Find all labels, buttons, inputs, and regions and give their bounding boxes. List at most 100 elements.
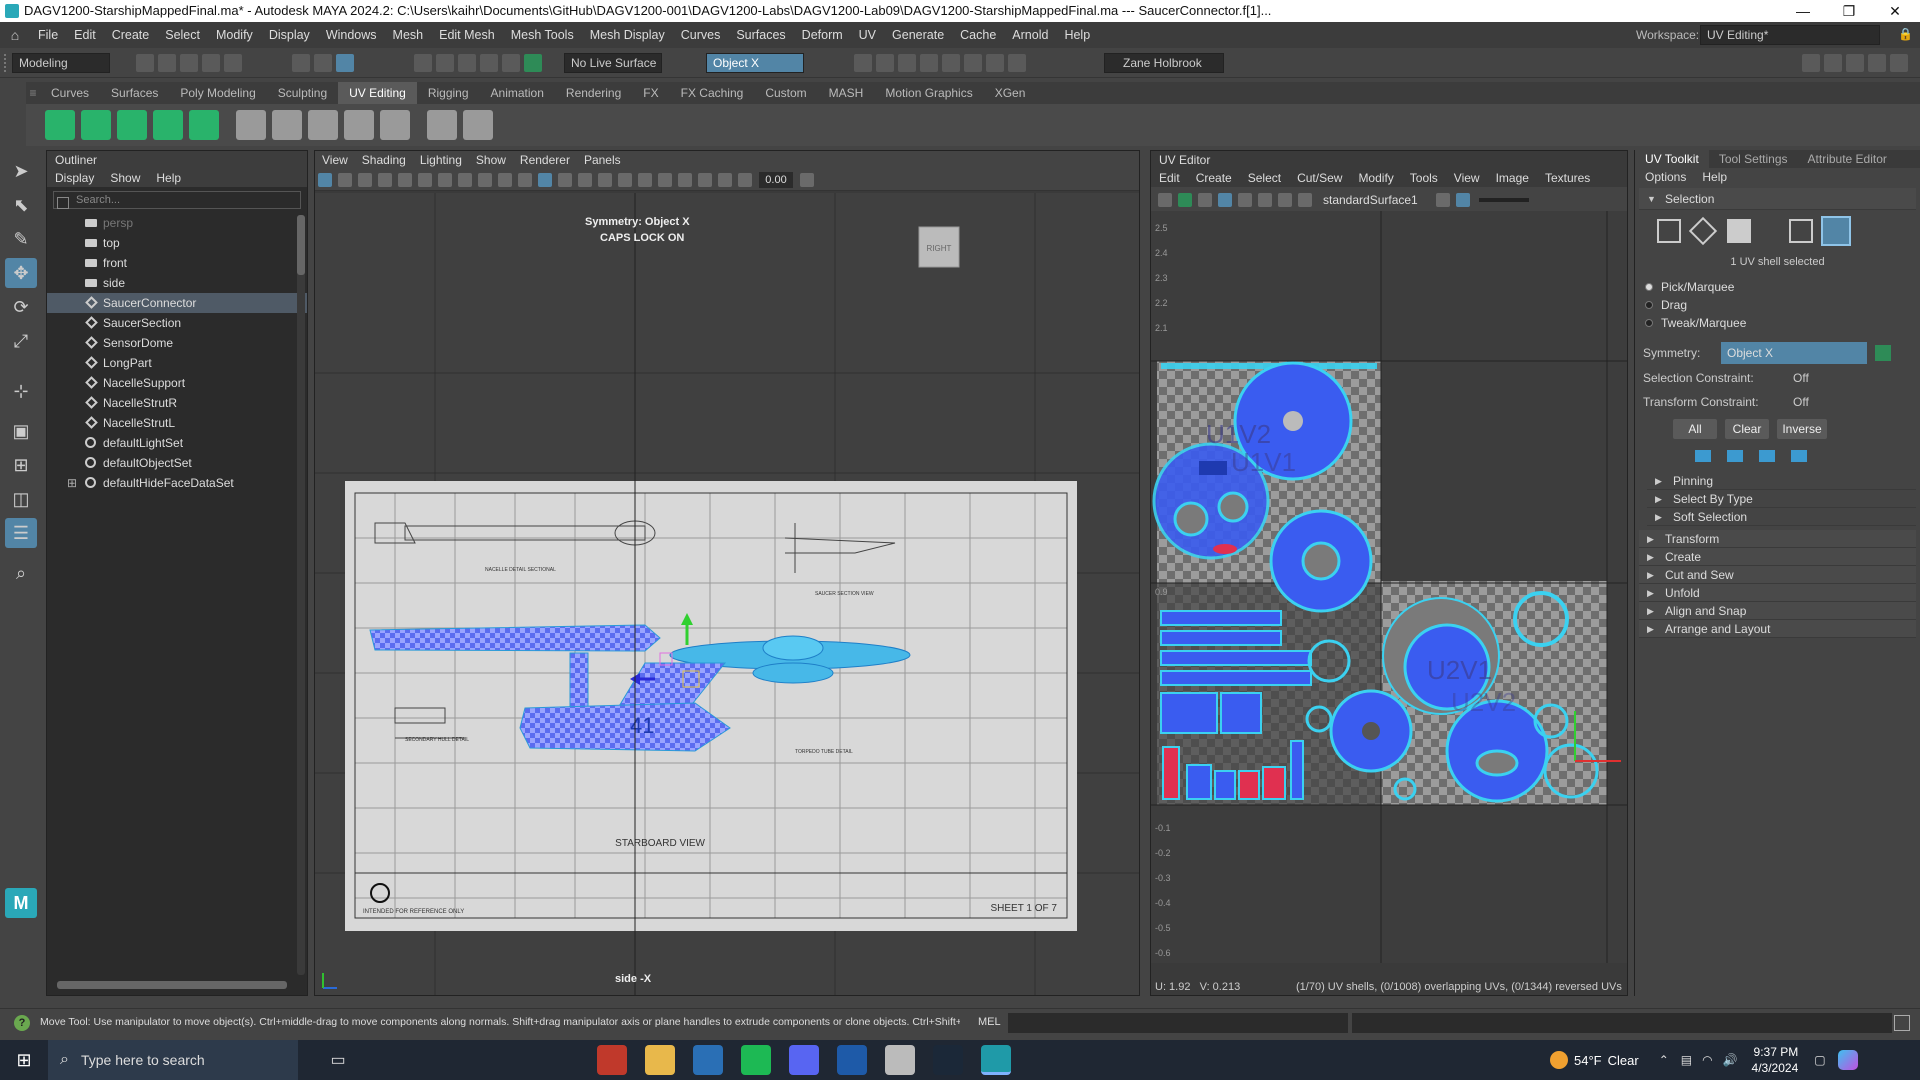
viewcube-label[interactable]: RIGHT bbox=[927, 244, 952, 253]
modeling-toolkit-icon[interactable] bbox=[1802, 54, 1820, 72]
shelf-tool-icon[interactable] bbox=[189, 110, 219, 140]
uv-image-icon[interactable] bbox=[1298, 193, 1312, 207]
menu-select[interactable]: Select bbox=[157, 22, 208, 48]
shelf-tool-icon[interactable] bbox=[236, 110, 266, 140]
outliner-item[interactable]: defaultHideFaceDataSet ⊞ bbox=[47, 473, 307, 493]
opera-icon[interactable] bbox=[597, 1045, 627, 1075]
tab-attribute-editor[interactable]: Attribute Editor bbox=[1798, 150, 1897, 168]
redo-icon[interactable] bbox=[224, 54, 242, 72]
shelf-tool-icon[interactable] bbox=[153, 110, 183, 140]
undo-icon[interactable] bbox=[202, 54, 220, 72]
attribute-editor-icon[interactable] bbox=[1824, 54, 1842, 72]
selection-section[interactable]: Selection bbox=[1639, 188, 1916, 210]
minimize-button[interactable]: — bbox=[1780, 0, 1826, 22]
render-setup-icon[interactable] bbox=[964, 54, 982, 72]
render-frame-icon[interactable] bbox=[854, 54, 872, 72]
home-icon[interactable]: ⌂ bbox=[0, 27, 30, 43]
menu-windows[interactable]: Windows bbox=[318, 22, 385, 48]
select-all-button[interactable]: All bbox=[1673, 419, 1717, 439]
shrink-selection-icon[interactable] bbox=[1727, 450, 1743, 462]
menu-arnold[interactable]: Arnold bbox=[1004, 22, 1056, 48]
gamma-icon[interactable] bbox=[800, 172, 814, 187]
transform-constraint-value[interactable]: Off bbox=[1793, 395, 1809, 409]
shelf-tool-icon[interactable] bbox=[308, 110, 338, 140]
uv-refresh-icon[interactable] bbox=[1436, 193, 1450, 207]
shelf-tab-xgen[interactable]: XGen bbox=[984, 82, 1037, 104]
uv-menu-textures[interactable]: Textures bbox=[1537, 169, 1598, 187]
snap-curve-icon[interactable] bbox=[436, 54, 454, 72]
section-align-and-snap[interactable]: Align and Snap bbox=[1639, 602, 1916, 620]
section-create[interactable]: Create bbox=[1639, 548, 1916, 566]
shelf-tab-sculpting[interactable]: Sculpting bbox=[267, 82, 338, 104]
uv-tool-1-icon[interactable] bbox=[1158, 193, 1172, 207]
menu-deform[interactable]: Deform bbox=[794, 22, 851, 48]
open-scene-icon[interactable] bbox=[158, 54, 176, 72]
shelf-tool-icon[interactable] bbox=[380, 110, 410, 140]
selection-constraint-value[interactable]: Off bbox=[1793, 371, 1809, 385]
uv-pixel-icon[interactable] bbox=[1238, 193, 1252, 207]
xray-icon[interactable] bbox=[698, 172, 712, 187]
menu-mesh-tools[interactable]: Mesh Tools bbox=[503, 22, 582, 48]
tab-tool-settings[interactable]: Tool Settings bbox=[1709, 150, 1798, 168]
shelf-tab-uv-editing[interactable]: UV Editing bbox=[338, 82, 417, 104]
outliner-item[interactable]: top bbox=[47, 233, 307, 253]
grid-icon[interactable] bbox=[398, 172, 412, 187]
light-editor-icon[interactable] bbox=[986, 54, 1004, 72]
toolkit-menu-options[interactable]: Options bbox=[1637, 168, 1694, 186]
wifi-icon[interactable]: ◠ bbox=[1702, 1053, 1712, 1067]
notifications-icon[interactable]: ▢ bbox=[1814, 1053, 1825, 1067]
toolkit-menu-help[interactable]: Help bbox=[1694, 168, 1735, 186]
outliner-item[interactable]: LongPart bbox=[47, 353, 307, 373]
wireframe-icon[interactable] bbox=[518, 172, 532, 187]
select-component-icon[interactable] bbox=[336, 54, 354, 72]
outliner-item[interactable]: NacelleStrutR bbox=[47, 393, 307, 413]
ipr-render-icon[interactable] bbox=[898, 54, 916, 72]
outliner-menu-display[interactable]: Display bbox=[47, 169, 102, 187]
mode-radio-drag[interactable]: Drag bbox=[1635, 296, 1920, 314]
spotify-icon[interactable] bbox=[741, 1045, 771, 1075]
save-scene-icon[interactable] bbox=[180, 54, 198, 72]
viewport-menu-lighting[interactable]: Lighting bbox=[413, 151, 469, 169]
field-chart-icon[interactable] bbox=[478, 172, 492, 187]
grow-selection-icon[interactable] bbox=[1695, 450, 1711, 462]
outliner-toggle-icon[interactable] bbox=[1890, 54, 1908, 72]
border-selection-icon[interactable] bbox=[1759, 450, 1775, 462]
viewport-canvas[interactable]: STARBOARD VIEW SHEET 1 OF 7 INTENDED FOR… bbox=[315, 193, 1139, 995]
vertex-mode-icon[interactable] bbox=[1657, 219, 1681, 243]
outliner-item[interactable]: defaultObjectSet bbox=[47, 453, 307, 473]
menu-modify[interactable]: Modify bbox=[208, 22, 261, 48]
outliner-scrollbar[interactable] bbox=[297, 215, 305, 975]
tool-settings-icon[interactable] bbox=[1846, 54, 1864, 72]
weather-icon[interactable] bbox=[1550, 1051, 1568, 1069]
uv-tool-2-icon[interactable] bbox=[1178, 193, 1192, 207]
render-settings-icon[interactable] bbox=[920, 54, 938, 72]
steam-icon[interactable] bbox=[693, 1045, 723, 1075]
safe-action-icon[interactable] bbox=[498, 172, 512, 187]
taskbar-search-input[interactable]: Type here to search bbox=[81, 1052, 205, 1068]
snap-view-icon[interactable] bbox=[480, 54, 498, 72]
isolate-icon[interactable] bbox=[678, 172, 692, 187]
volume-icon[interactable]: 🔊 bbox=[1723, 1053, 1738, 1067]
four-layout-icon[interactable]: ⊞ bbox=[5, 450, 37, 480]
network-icon[interactable]: ▤ bbox=[1681, 1053, 1692, 1067]
uv-menu-tools[interactable]: Tools bbox=[1402, 169, 1446, 187]
subsection-select-by-type[interactable]: Select By Type bbox=[1647, 490, 1916, 508]
uv-shade-icon[interactable] bbox=[1278, 193, 1292, 207]
outliner-item[interactable]: NacelleStrutL bbox=[47, 413, 307, 433]
viewport-menu-view[interactable]: View bbox=[315, 151, 355, 169]
uv-menu-image[interactable]: Image bbox=[1488, 169, 1537, 187]
move-tool-icon[interactable]: ✥ bbox=[5, 258, 37, 288]
shelf-tab-poly-modeling[interactable]: Poly Modeling bbox=[169, 82, 266, 104]
discord-icon[interactable] bbox=[789, 1045, 819, 1075]
menu-help[interactable]: Help bbox=[1056, 22, 1098, 48]
snap-point-icon[interactable] bbox=[458, 54, 476, 72]
file-explorer-icon[interactable] bbox=[645, 1045, 675, 1075]
filter-icon[interactable] bbox=[57, 197, 69, 209]
camera-attr-icon[interactable] bbox=[338, 172, 352, 187]
mode-radio-tweak-marquee[interactable]: Tweak/Marquee bbox=[1635, 314, 1920, 332]
menu-mesh[interactable]: Mesh bbox=[385, 22, 432, 48]
shelf-tool-icon[interactable] bbox=[344, 110, 374, 140]
select-camera-icon[interactable] bbox=[318, 172, 332, 187]
clock[interactable]: 9:37 PM 4/3/2024 bbox=[1752, 1044, 1799, 1076]
exposure-field[interactable]: 0.00 bbox=[759, 171, 793, 188]
